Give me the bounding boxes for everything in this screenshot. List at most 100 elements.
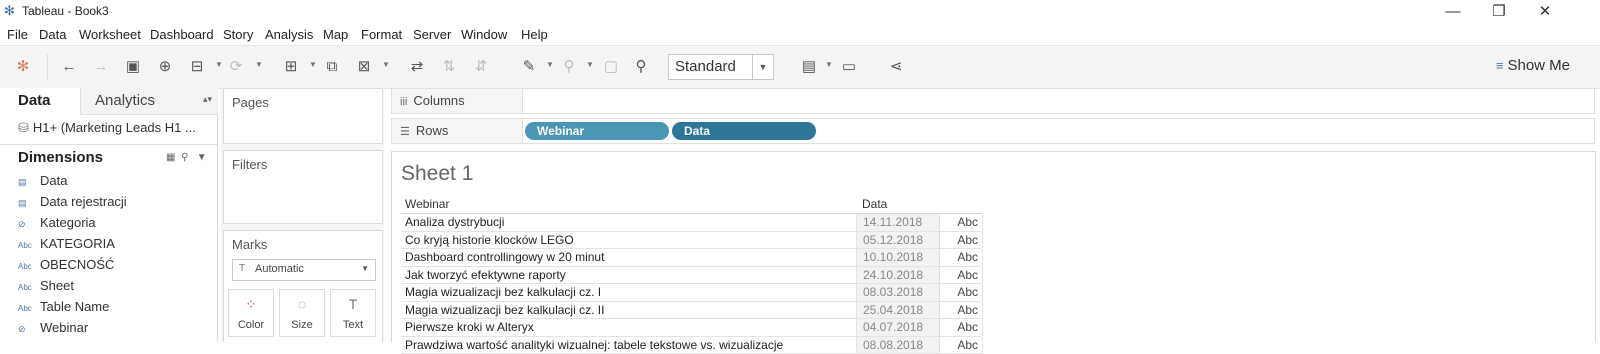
field-item[interactable]: ▤Data bbox=[18, 173, 67, 188]
column-header-webinar[interactable]: Webinar bbox=[405, 197, 449, 211]
size-button[interactable]: ◌ Size bbox=[279, 289, 325, 337]
menu-story[interactable]: Story bbox=[223, 27, 253, 42]
menu-dashboard[interactable]: Dashboard bbox=[150, 27, 214, 42]
value-text: Abc bbox=[957, 250, 978, 264]
column-header-data[interactable]: Data bbox=[862, 197, 887, 211]
date-icon: ▤ bbox=[18, 177, 40, 188]
menu-worksheet[interactable]: Worksheet bbox=[79, 27, 141, 42]
chevron-down-icon[interactable]: ▼ bbox=[309, 60, 317, 69]
chevron-down-icon[interactable]: ▼ bbox=[215, 60, 223, 69]
group-members-icon[interactable]: ⚲ bbox=[558, 57, 580, 77]
presentation-mode-icon[interactable]: ▭ bbox=[838, 57, 860, 77]
tab-menu-icon[interactable]: ▴▾ bbox=[203, 94, 212, 105]
filters-card[interactable]: Filters bbox=[223, 150, 383, 224]
sort-ascending-icon[interactable]: ⇅ bbox=[438, 57, 460, 77]
view-data-icon[interactable]: ▦ bbox=[166, 152, 175, 163]
data-source-item[interactable]: ⛁H1+ (Marketing Leads H1 ... bbox=[18, 120, 214, 136]
tableau-home-icon[interactable]: ✻ bbox=[12, 57, 34, 77]
date-value: 24.10.2018 bbox=[863, 268, 923, 282]
close-button[interactable]: ✕ bbox=[1522, 2, 1568, 22]
table-row[interactable]: Co kryją historie klocków LEGO05.12.2018… bbox=[401, 232, 982, 250]
menu-help[interactable]: Help bbox=[521, 27, 548, 42]
field-label: Kategoria bbox=[40, 215, 96, 230]
refresh-icon[interactable]: ⟳ bbox=[225, 57, 247, 77]
table-row[interactable]: Dashboard controllingowy w 20 minut10.10… bbox=[401, 249, 982, 267]
tab-data[interactable]: Data bbox=[0, 88, 80, 114]
data-pill[interactable]: Data bbox=[672, 122, 816, 140]
chevron-down-icon[interactable]: ▼ bbox=[546, 60, 554, 69]
menu-file[interactable]: File bbox=[7, 27, 28, 42]
text-button[interactable]: T Text bbox=[330, 289, 376, 337]
field-item[interactable]: AbcOBECNOŚĆ bbox=[18, 257, 114, 272]
menu-server[interactable]: Server bbox=[413, 27, 451, 42]
highlight-icon[interactable]: ✎ bbox=[518, 57, 540, 77]
table-row[interactable]: Pierwsze kroki w Alteryx04.07.2018Abc bbox=[401, 319, 982, 337]
mark-type-dropdown[interactable]: T Automatic ▼ bbox=[232, 259, 376, 281]
color-button[interactable]: ⁘ Color bbox=[228, 289, 274, 337]
table-row[interactable]: Jak tworzyć efektywne raporty24.10.2018A… bbox=[401, 267, 982, 285]
field-item[interactable]: AbcKATEGORIA bbox=[18, 236, 115, 251]
field-label: KATEGORIA bbox=[40, 236, 115, 251]
redo-icon[interactable]: → bbox=[90, 57, 112, 77]
show-mark-labels-icon[interactable]: ▢ bbox=[600, 57, 622, 77]
abc-icon: Abc bbox=[18, 304, 40, 313]
pages-card[interactable]: Pages bbox=[223, 88, 383, 144]
table-row[interactable]: Magia wizualizacji bez kalkulacji cz. I0… bbox=[401, 284, 982, 302]
chevron-down-icon[interactable]: ▼ bbox=[197, 152, 207, 163]
table-row[interactable]: Magia wizualizacji bez kalkulacji cz. II… bbox=[401, 302, 982, 320]
field-item[interactable]: ▤Data rejestracji bbox=[18, 194, 127, 209]
field-item[interactable]: AbcSheet bbox=[18, 278, 74, 293]
chevron-down-icon[interactable]: ▼ bbox=[586, 60, 594, 69]
pause-updates-icon[interactable]: ⊟ bbox=[186, 57, 208, 77]
fit-dropdown[interactable]: Standard ▼ bbox=[668, 54, 774, 80]
value-text: Abc bbox=[957, 268, 978, 282]
field-item[interactable]: ⊘Webinar bbox=[18, 320, 88, 335]
field-label: Sheet bbox=[40, 278, 74, 293]
new-worksheet-icon[interactable]: ⊞ bbox=[280, 57, 302, 77]
data-source-label: H1+ (Marketing Leads H1 ... bbox=[33, 120, 196, 135]
table-row[interactable]: Prawdziwa wartość analityki wizualnej: t… bbox=[401, 337, 982, 354]
value-cell: Abc bbox=[939, 319, 983, 336]
columns-icon: iii bbox=[400, 96, 407, 108]
pin-axes-icon[interactable]: ⚲ bbox=[630, 57, 652, 77]
duplicate-sheet-icon[interactable]: ⧉ bbox=[321, 57, 343, 77]
date-cell: 04.07.2018 bbox=[856, 319, 939, 336]
undo-icon[interactable]: ← bbox=[58, 57, 80, 77]
value-cell: Abc bbox=[939, 232, 983, 249]
rows-drop-area[interactable]: Webinar Data bbox=[522, 119, 1594, 143]
swap-rows-columns-icon[interactable]: ⇄ bbox=[406, 57, 428, 77]
webinar-cell: Prawdziwa wartość analityki wizualnej: t… bbox=[405, 338, 855, 352]
search-icon[interactable]: ⚲ bbox=[181, 152, 188, 163]
save-icon[interactable]: ▣ bbox=[122, 57, 144, 77]
toolbar: ✻ ← → ▣ ⊕ ⊟ ▼ ⟳ ▼ ⊞ ▼ ⧉ ⊠ ▼ ⇄ ⇅ ⇵ ✎ ▼ ⚲ … bbox=[0, 45, 1600, 89]
show-me-button[interactable]: ≡Show Me bbox=[1496, 57, 1570, 74]
menu-map[interactable]: Map bbox=[323, 27, 348, 42]
tab-analytics[interactable]: Analytics▴▾ bbox=[80, 88, 218, 115]
field-item[interactable]: ⊘Kategoria bbox=[18, 215, 96, 230]
chevron-down-icon[interactable]: ▼ bbox=[825, 60, 833, 69]
new-data-source-icon[interactable]: ⊕ bbox=[154, 57, 176, 77]
minimize-button[interactable]: — bbox=[1430, 2, 1476, 22]
date-cell: 24.10.2018 bbox=[856, 267, 939, 284]
chevron-down-icon[interactable]: ▼ bbox=[752, 55, 773, 79]
menu-data[interactable]: Data bbox=[39, 27, 66, 42]
chevron-down-icon[interactable]: ▼ bbox=[255, 60, 263, 69]
columns-drop-area[interactable] bbox=[522, 89, 1594, 113]
webinar-pill[interactable]: Webinar bbox=[525, 122, 669, 140]
table-row[interactable]: Analiza dystrybucji14.11.2018Abc bbox=[401, 214, 982, 232]
menu-format[interactable]: Format bbox=[361, 27, 402, 42]
menu-window[interactable]: Window bbox=[461, 27, 507, 42]
value-text: Abc bbox=[957, 320, 978, 334]
show-cards-icon[interactable]: ▤ bbox=[798, 57, 820, 77]
restore-button[interactable]: ❐ bbox=[1476, 2, 1522, 22]
sort-descending-icon[interactable]: ⇵ bbox=[470, 57, 492, 77]
field-label: OBECNOŚĆ bbox=[40, 257, 114, 272]
link-icon: ⊘ bbox=[18, 324, 40, 335]
chevron-down-icon[interactable]: ▼ bbox=[382, 60, 390, 69]
field-item[interactable]: AbcTable Name bbox=[18, 299, 109, 314]
menu-analysis[interactable]: Analysis bbox=[265, 27, 313, 42]
date-value: 08.08.2018 bbox=[863, 338, 923, 352]
share-icon[interactable]: ⋖ bbox=[885, 57, 907, 77]
clear-sheet-icon[interactable]: ⊠ bbox=[353, 57, 375, 77]
sheet-title[interactable]: Sheet 1 bbox=[401, 162, 473, 186]
